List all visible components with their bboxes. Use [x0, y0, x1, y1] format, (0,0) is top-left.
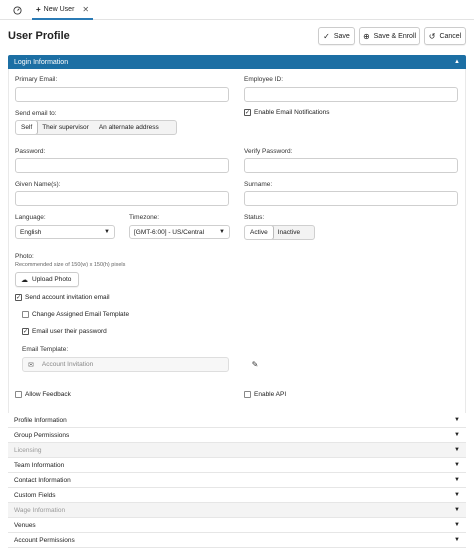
- send-email-option-supervisor[interactable]: Their supervisor: [37, 121, 94, 134]
- section-label: Venues: [14, 521, 36, 529]
- section-contact-information[interactable]: Contact Information ▼: [8, 473, 466, 488]
- enable-notifications-label: Enable Email Notifications: [254, 109, 330, 116]
- dashboard-icon: [12, 5, 22, 15]
- caret-down-icon: ▼: [454, 492, 460, 498]
- caret-down-icon: ▼: [454, 522, 460, 528]
- cloud-upload-icon: ☁: [21, 276, 28, 284]
- save-enroll-button-label: Save & Enroll: [373, 32, 417, 40]
- dropdown-icon: ▼: [104, 229, 110, 235]
- close-icon[interactable]: ✕: [82, 5, 89, 14]
- caret-down-icon: ▼: [454, 537, 460, 543]
- section-label: Contact Information: [14, 476, 71, 484]
- timezone-value: [GMT-6:00] - US/Central: [134, 228, 205, 236]
- section-licensing[interactable]: Licensing ▼: [8, 443, 466, 458]
- enable-notifications-checkbox[interactable]: ✓: [244, 109, 251, 116]
- employee-id-label: Employee ID:: [244, 76, 284, 83]
- section-wage-information[interactable]: Wage Information ▼: [8, 503, 466, 518]
- login-information-label: Login Information: [14, 58, 69, 66]
- surname-label: Surname:: [244, 181, 273, 188]
- section-custom-fields[interactable]: Custom Fields ▼: [8, 488, 466, 503]
- cancel-button[interactable]: ↺ Cancel: [424, 27, 466, 45]
- status-toggle: Active Inactive: [244, 225, 315, 240]
- status-option-inactive[interactable]: Inactive: [273, 226, 305, 239]
- photo-size-hint: Recommended size of 150(w) x 150(h) pixe…: [15, 262, 126, 268]
- caret-up-icon: ▲: [454, 59, 460, 65]
- given-names-input[interactable]: [15, 191, 229, 206]
- verify-password-label: Verify Password:: [244, 148, 293, 155]
- save-enroll-button[interactable]: ⊕ Save & Enroll: [359, 27, 420, 45]
- timezone-label: Timezone:: [129, 214, 160, 221]
- email-template-field: ✉ Account Invitation: [22, 357, 229, 372]
- section-team-information[interactable]: Team Information ▼: [8, 458, 466, 473]
- primary-email-input[interactable]: [15, 87, 229, 102]
- given-names-label: Given Name(s):: [15, 181, 61, 188]
- verify-password-input[interactable]: [244, 158, 458, 173]
- cancel-button-label: Cancel: [439, 32, 462, 40]
- timezone-select[interactable]: [GMT-6:00] - US/Central ▼: [129, 225, 230, 239]
- section-label: Account Permissions: [14, 536, 75, 544]
- section-label: Licensing: [14, 446, 42, 454]
- plus-circle-icon: ⊕: [362, 31, 370, 41]
- allow-feedback-checkbox[interactable]: [15, 391, 22, 398]
- email-template-label: Email Template:: [22, 346, 69, 353]
- language-value: English: [20, 228, 42, 236]
- caret-down-icon: ▼: [454, 507, 460, 513]
- section-label: Custom Fields: [14, 491, 56, 499]
- email-template-value: Account Invitation: [41, 361, 94, 368]
- send-invitation-checkbox[interactable]: ✓: [15, 294, 22, 301]
- caret-down-icon: ▼: [454, 462, 460, 468]
- change-template-checkbox[interactable]: [22, 311, 29, 318]
- email-password-checkbox[interactable]: ✓: [22, 328, 29, 335]
- section-label: Profile Information: [14, 416, 67, 424]
- caret-down-icon: ▼: [454, 432, 460, 438]
- section-venues[interactable]: Venues ▼: [8, 518, 466, 533]
- send-email-option-self[interactable]: Self: [16, 121, 39, 134]
- enable-api-checkbox[interactable]: [244, 391, 251, 398]
- password-label: Password:: [15, 148, 46, 155]
- status-option-active[interactable]: Active: [245, 226, 274, 239]
- login-information-header[interactable]: Login Information ▲: [8, 55, 466, 69]
- envelope-icon: ✉: [28, 361, 34, 369]
- plus-icon: +: [36, 5, 41, 14]
- section-profile-information[interactable]: Profile Information ▼: [8, 413, 466, 428]
- password-input[interactable]: [15, 158, 229, 173]
- send-email-option-alternate[interactable]: An alternate address: [94, 121, 164, 134]
- edit-template-button[interactable]: ✎: [248, 357, 262, 371]
- save-button[interactable]: ✓ Save: [318, 27, 355, 45]
- enable-api-label: Enable API: [254, 391, 287, 398]
- surname-input[interactable]: [244, 191, 458, 206]
- tab-bar: + New User ✕: [0, 0, 474, 20]
- send-email-label: Send email to:: [15, 110, 57, 117]
- status-label: Status:: [244, 214, 265, 221]
- caret-down-icon: ▼: [454, 477, 460, 483]
- send-invitation-label: Send account invitation email: [25, 294, 110, 301]
- employee-id-input[interactable]: [244, 87, 458, 102]
- check-icon: ✓: [323, 31, 330, 41]
- undo-icon: ↺: [428, 31, 436, 41]
- section-account-permissions[interactable]: Account Permissions ▼: [8, 533, 466, 548]
- language-label: Language:: [15, 214, 46, 221]
- change-template-label: Change Assigned Email Template: [32, 311, 130, 318]
- tab-new-user[interactable]: + New User ✕: [32, 1, 94, 20]
- language-select[interactable]: English ▼: [15, 225, 115, 239]
- section-label: Wage Information: [14, 506, 66, 514]
- email-password-label: Email user their password: [32, 328, 107, 335]
- upload-photo-label: Upload Photo: [32, 276, 72, 283]
- send-email-toggle: Self Their supervisor An alternate addre…: [15, 120, 177, 135]
- dropdown-icon: ▼: [219, 229, 225, 235]
- edit-document-icon: ✎: [251, 359, 259, 369]
- caret-down-icon: ▼: [454, 417, 460, 423]
- tab-new-user-label: New User: [43, 6, 75, 13]
- photo-label: Photo:: [15, 253, 34, 260]
- save-button-label: Save: [333, 32, 350, 40]
- upload-photo-button[interactable]: ☁ Upload Photo: [15, 272, 79, 287]
- dashboard-tab[interactable]: [8, 3, 26, 17]
- section-group-permissions[interactable]: Group Permissions ▼: [8, 428, 466, 443]
- section-label: Team Information: [14, 461, 65, 469]
- primary-email-label: Primary Email:: [15, 76, 58, 83]
- allow-feedback-label: Allow Feedback: [25, 391, 71, 398]
- section-label: Group Permissions: [14, 431, 70, 439]
- page-title: User Profile: [8, 30, 70, 42]
- caret-down-icon: ▼: [454, 447, 460, 453]
